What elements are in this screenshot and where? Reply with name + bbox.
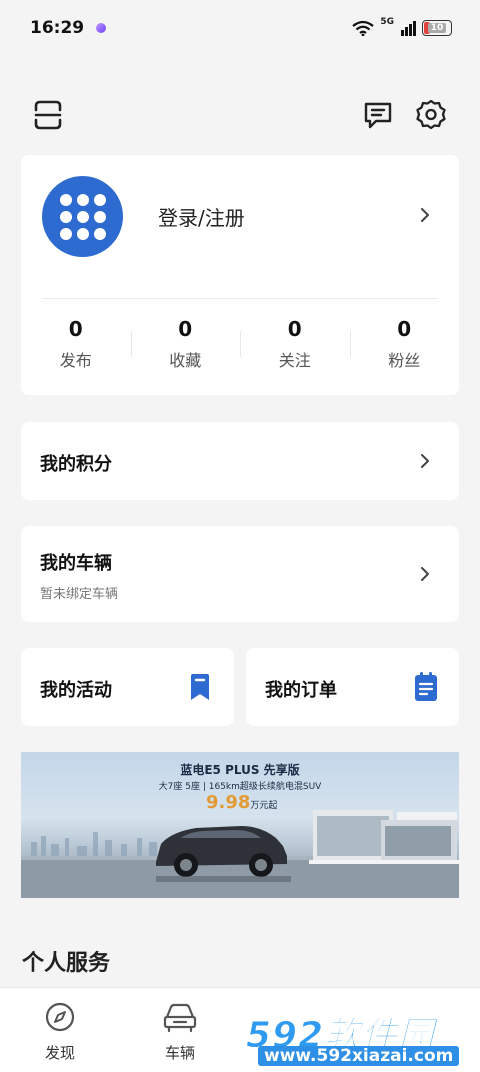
stat-posts[interactable]: 0 发布 xyxy=(21,315,131,375)
my-vehicle-card[interactable]: 我的车辆 暂未绑定车辆 xyxy=(21,526,459,622)
my-orders-title: 我的订单 xyxy=(265,680,337,701)
banner-title: 蓝电E5 PLUS 先享版 xyxy=(180,763,300,777)
compass-icon xyxy=(45,1002,75,1032)
notification-dot-icon xyxy=(96,23,107,33)
stats-row: 0 发布 0 收藏 0 关注 0 粉丝 xyxy=(21,315,459,375)
avatar[interactable] xyxy=(42,176,123,257)
network-type: 5G xyxy=(380,17,394,27)
message-icon xyxy=(364,102,392,129)
chevron-right-icon xyxy=(421,454,429,468)
nav-label: 车辆 xyxy=(164,1044,195,1062)
stat-label: 收藏 xyxy=(169,351,202,370)
chevron-right-icon xyxy=(421,567,429,581)
my-activities-title: 我的活动 xyxy=(40,680,112,701)
stat-value: 0 xyxy=(287,317,302,341)
my-orders-card[interactable]: 我的订单 xyxy=(246,648,459,726)
my-vehicle-subtitle: 暂未绑定车辆 xyxy=(40,587,119,602)
banner-price-value: 9.98 xyxy=(206,792,251,813)
banner-price-unit: 万元起 xyxy=(250,801,278,811)
stat-value: 0 xyxy=(68,317,83,341)
battery-level: 10 xyxy=(427,23,447,33)
stat-value: 0 xyxy=(178,317,193,341)
profile-card: 登录/注册 0 发布 0 收藏 0 关注 0 粉丝 xyxy=(21,155,459,395)
bookmark-icon xyxy=(191,674,209,700)
status-bar: 16:29 5G 10 xyxy=(0,0,480,56)
my-activities-card[interactable]: 我的活动 xyxy=(21,648,234,726)
section-title: 个人服务 xyxy=(22,951,111,976)
watermark: 592软件园 www.592xiazai.com xyxy=(238,1002,480,1072)
nav-item-discover[interactable]: 发现 xyxy=(20,1000,100,1063)
chevron-right-icon[interactable] xyxy=(418,208,432,222)
settings-button[interactable] xyxy=(411,95,451,135)
banner-subtitle: 大7座 5座 | 165km超级长续航电混SUV xyxy=(158,782,322,792)
nav-label: 发现 xyxy=(44,1044,75,1062)
my-points-title: 我的积分 xyxy=(40,454,112,475)
watermark-url: www.592xiazai.com xyxy=(258,1046,460,1066)
car-icon xyxy=(163,1003,197,1033)
signal-icon xyxy=(401,21,416,36)
my-points-card[interactable]: 我的积分 xyxy=(21,422,459,500)
stat-value: 0 xyxy=(397,317,412,341)
gear-icon xyxy=(416,99,446,130)
login-register-link[interactable]: 登录/注册 xyxy=(158,202,245,231)
nav-item-vehicle[interactable]: 车辆 xyxy=(140,1000,220,1063)
stat-favorites[interactable]: 0 收藏 xyxy=(130,315,241,375)
top-toolbar xyxy=(0,90,480,140)
scan-icon xyxy=(34,100,62,130)
stat-following[interactable]: 0 关注 xyxy=(240,315,350,375)
promo-banner[interactable]: 蓝电E5 PLUS 先享版 大7座 5座 | 165km超级长续航电混SUV 9… xyxy=(21,752,459,898)
scan-button[interactable] xyxy=(28,95,68,135)
banner-price: 9.98万元起 xyxy=(206,792,277,813)
stat-label: 发布 xyxy=(59,351,92,370)
clipboard-icon xyxy=(415,672,437,701)
message-button[interactable] xyxy=(358,95,398,135)
stat-label: 粉丝 xyxy=(388,351,421,370)
stat-label: 关注 xyxy=(278,351,311,370)
wifi-icon xyxy=(352,20,375,36)
my-vehicle-title: 我的车辆 xyxy=(40,553,112,574)
status-time: 16:29 xyxy=(30,18,85,38)
battery-icon: 10 xyxy=(422,20,452,36)
stat-followers[interactable]: 0 粉丝 xyxy=(349,315,460,375)
divider xyxy=(42,298,438,299)
